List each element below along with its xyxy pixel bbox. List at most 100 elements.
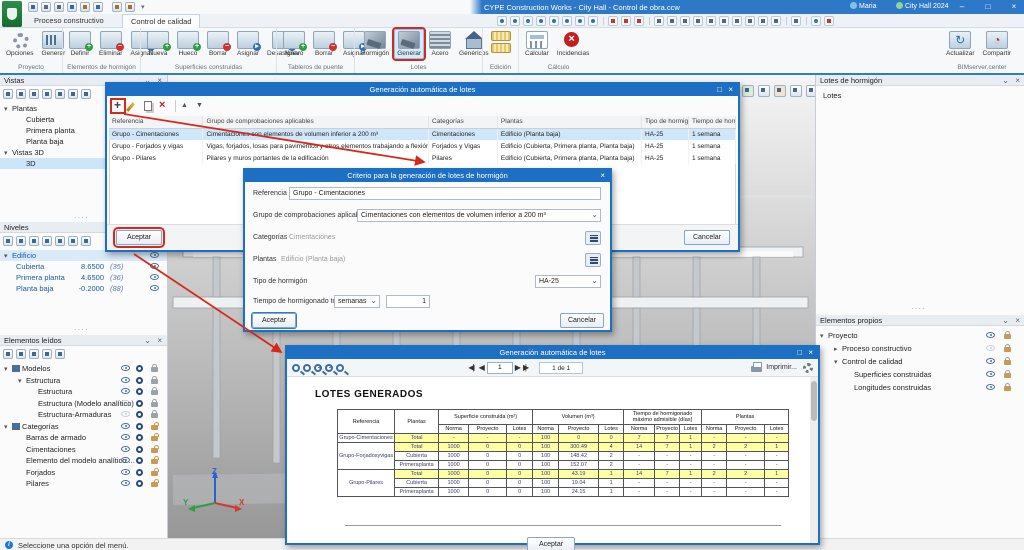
tree-item[interactable]: Elemento del modelo analítico ... [0, 455, 167, 467]
panel-splitter[interactable]: ···· [74, 325, 89, 334]
eye-icon[interactable] [121, 400, 130, 406]
tree-item[interactable]: ▾Estructura [0, 375, 167, 387]
accept-button[interactable]: Aceptar [527, 537, 575, 550]
maximize-icon[interactable]: □ [797, 347, 802, 359]
eye-icon[interactable] [121, 388, 130, 394]
search-icon[interactable] [67, 2, 77, 12]
tipo-hormigon-select[interactable]: HA-25 [535, 275, 601, 288]
gear-icon[interactable] [136, 423, 143, 430]
categorias-picker-button[interactable] [585, 231, 601, 245]
lock-icon[interactable] [1004, 373, 1011, 378]
eye-icon[interactable] [150, 285, 159, 291]
ribbon-button[interactable]: Nueva [144, 29, 172, 59]
lock-icon[interactable] [151, 471, 158, 476]
clock-icon[interactable] [732, 16, 742, 26]
dialog-title-bar[interactable]: Generación automática de lotes □ × [107, 84, 738, 96]
eye-icon[interactable] [121, 446, 130, 452]
column-tiempo[interactable]: Tiempo de hormigonado [688, 116, 735, 128]
tree-item[interactable]: Cimentaciones [0, 444, 167, 456]
expand-all-icon[interactable] [16, 349, 26, 359]
ribbon-button[interactable]: Opciones [3, 29, 36, 59]
tree-item[interactable]: ▾Proyecto [816, 329, 1024, 342]
level-row[interactable]: Planta baja-0.2000(88) [0, 283, 167, 294]
table-row[interactable]: Grupo - PilaresPilares y muros portantes… [109, 152, 736, 164]
panel-splitter[interactable]: ···· [911, 304, 926, 313]
tree-item[interactable]: ▾Categorías [0, 421, 167, 433]
tree-item[interactable]: Estructura (Modelo analítico) [0, 398, 167, 410]
gear-icon[interactable] [136, 388, 143, 395]
rotate-view-icon[interactable] [536, 16, 546, 26]
eye-icon[interactable] [121, 457, 130, 463]
close-button[interactable]: × [1006, 0, 1022, 13]
pan-icon[interactable] [562, 16, 572, 26]
ribbon-button[interactable]: Compartir [980, 29, 1015, 59]
level-up-icon[interactable] [55, 236, 65, 246]
globe-icon[interactable] [811, 16, 821, 26]
eye-icon[interactable] [150, 252, 159, 258]
magnet-snap-icon[interactable] [634, 16, 644, 26]
eye-icon[interactable] [150, 263, 159, 269]
column-grupo[interactable]: Grupo de comprobaciones aplicables [203, 116, 429, 128]
cut-icon[interactable] [771, 16, 781, 26]
chevron-down-icon[interactable]: ⌄ [144, 335, 151, 346]
level-row[interactable]: Cubierta8.6500(35) [0, 261, 167, 272]
level-delete-icon[interactable] [42, 236, 52, 246]
copy-icon[interactable] [142, 100, 154, 112]
view-settings-icon[interactable] [806, 85, 815, 97]
level-new-icon[interactable] [3, 236, 13, 246]
table-row[interactable]: Grupo - Forjados y vigasVigas, forjados,… [109, 140, 736, 152]
gear-icon[interactable] [136, 457, 143, 464]
eye-icon[interactable] [986, 371, 995, 377]
eye-icon[interactable] [121, 411, 130, 417]
tab-proceso-constructivo[interactable]: Proceso constructivo [26, 14, 112, 28]
gear-icon[interactable] [136, 434, 143, 441]
lock-icon[interactable] [1004, 360, 1011, 365]
undo-icon[interactable] [41, 2, 51, 12]
eye-icon[interactable] [121, 434, 130, 440]
tree-item[interactable]: Estructura-Armaduras [0, 409, 167, 421]
close-icon[interactable]: × [808, 347, 813, 359]
zoom-out-icon[interactable]: − [325, 364, 333, 372]
column-plantas[interactable]: Plantas [497, 116, 641, 128]
layout-icon[interactable] [791, 16, 801, 26]
window-views-icon[interactable] [758, 85, 770, 97]
point-grid-icon[interactable] [680, 16, 690, 26]
level-copy-icon[interactable] [16, 236, 26, 246]
zoom-extents-icon[interactable] [523, 16, 533, 26]
views-icon[interactable] [742, 85, 754, 97]
grupo-comprobaciones-select[interactable]: Cimentaciones con elementos de volumen i… [357, 209, 601, 222]
level-row[interactable]: Primera planta4.6500(36) [0, 272, 167, 283]
accept-button[interactable]: Aceptar [252, 313, 296, 328]
tree-item[interactable]: ▸Proceso constructivo [816, 342, 1024, 355]
export-icon[interactable] [93, 2, 103, 12]
fit-width-icon[interactable] [303, 364, 311, 372]
tiempo-valor-input[interactable] [386, 295, 430, 308]
qat-overflow-icon[interactable]: ▾ [141, 3, 145, 11]
protractor-icon[interactable] [719, 16, 729, 26]
level-down-icon[interactable] [68, 236, 78, 246]
previous-view-icon[interactable] [588, 16, 598, 26]
snap-grid-icon[interactable] [608, 16, 618, 26]
lock-icon[interactable] [151, 482, 158, 487]
ribbon-button[interactable]: Acero [426, 29, 454, 59]
eye-icon[interactable] [986, 332, 995, 338]
eye-icon[interactable] [121, 480, 130, 486]
snap-points-icon[interactable] [621, 16, 631, 26]
info-icon[interactable] [55, 349, 65, 359]
lock-icon[interactable] [151, 459, 158, 464]
column-tipo-hormigon[interactable]: Tipo de hormigón [642, 116, 689, 128]
plantas-picker-button[interactable] [585, 253, 601, 267]
chevron-down-icon[interactable]: ⌄ [1002, 75, 1009, 86]
close-icon[interactable]: × [157, 335, 162, 346]
view-new-icon[interactable] [3, 89, 13, 99]
ribbon-button[interactable]: Definir [66, 29, 94, 59]
save-icon[interactable] [28, 2, 38, 12]
dialog-title-bar[interactable]: Criterio para la generación de lotes de … [245, 170, 610, 182]
last-page-icon[interactable]: ▶ [523, 363, 529, 372]
view-copy-icon[interactable] [29, 89, 39, 99]
print-label[interactable]: Imprimir... [766, 364, 797, 371]
maximize-icon[interactable]: □ [717, 84, 722, 96]
level-edit-icon[interactable] [29, 236, 39, 246]
gear-icon[interactable] [803, 363, 813, 373]
eye-icon[interactable] [150, 274, 159, 280]
